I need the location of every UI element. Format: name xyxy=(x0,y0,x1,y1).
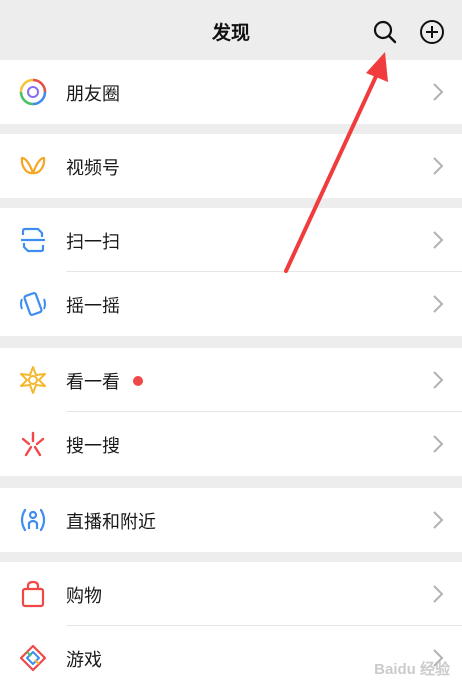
group-channels: 视频号 xyxy=(0,134,462,198)
top-bar: 发现 xyxy=(0,0,462,60)
list-item-search[interactable]: 搜一搜 xyxy=(0,412,462,476)
list-item-shake[interactable]: 摇一摇 xyxy=(0,272,462,336)
group-live-nearby: 直播和附近 xyxy=(0,488,462,552)
group-scan-shake: 扫一扫 摇一摇 xyxy=(0,208,462,336)
search-feature-icon xyxy=(18,429,48,459)
list-item-label: 游戏 xyxy=(66,650,102,671)
shake-icon xyxy=(18,289,48,319)
chevron-right-icon xyxy=(432,294,444,314)
live-nearby-icon xyxy=(18,505,48,535)
list-item-shopping[interactable]: 购物 xyxy=(0,562,462,626)
games-icon xyxy=(18,643,48,673)
list-item-label: 扫一扫 xyxy=(66,232,120,253)
plus-circle-icon[interactable] xyxy=(419,19,445,45)
list-item-label: 看一看 xyxy=(66,372,120,393)
list-item-scan[interactable]: 扫一扫 xyxy=(0,208,462,272)
list-item-top-stories[interactable]: 看一看 xyxy=(0,348,462,412)
chevron-right-icon xyxy=(432,510,444,530)
list-item-label: 朋友圈 xyxy=(66,84,120,105)
list-item-label: 摇一摇 xyxy=(66,296,120,317)
list-item-label: 搜一搜 xyxy=(66,436,120,457)
shopping-bag-icon xyxy=(18,579,48,609)
unread-badge xyxy=(133,376,143,386)
scan-icon xyxy=(18,225,48,255)
watermark: Baidu 经验 xyxy=(374,661,450,678)
list-item-channels[interactable]: 视频号 xyxy=(0,134,462,198)
chevron-right-icon xyxy=(432,82,444,102)
list-item-live-nearby[interactable]: 直播和附近 xyxy=(0,488,462,552)
list-item-label: 直播和附近 xyxy=(66,512,156,533)
top-stories-icon xyxy=(18,365,48,395)
moments-icon xyxy=(18,77,48,107)
chevron-right-icon xyxy=(432,156,444,176)
chevron-right-icon xyxy=(432,584,444,604)
group-moments: 朋友圈 xyxy=(0,60,462,124)
list-item-label: 视频号 xyxy=(66,158,120,179)
channels-icon xyxy=(18,151,48,181)
group-top-stories-search: 看一看 搜一搜 xyxy=(0,348,462,476)
chevron-right-icon xyxy=(432,434,444,454)
chevron-right-icon xyxy=(432,370,444,390)
chevron-right-icon xyxy=(432,230,444,250)
list-item-label: 购物 xyxy=(66,586,102,607)
list-item-moments[interactable]: 朋友圈 xyxy=(0,60,462,124)
search-icon[interactable] xyxy=(372,19,398,45)
